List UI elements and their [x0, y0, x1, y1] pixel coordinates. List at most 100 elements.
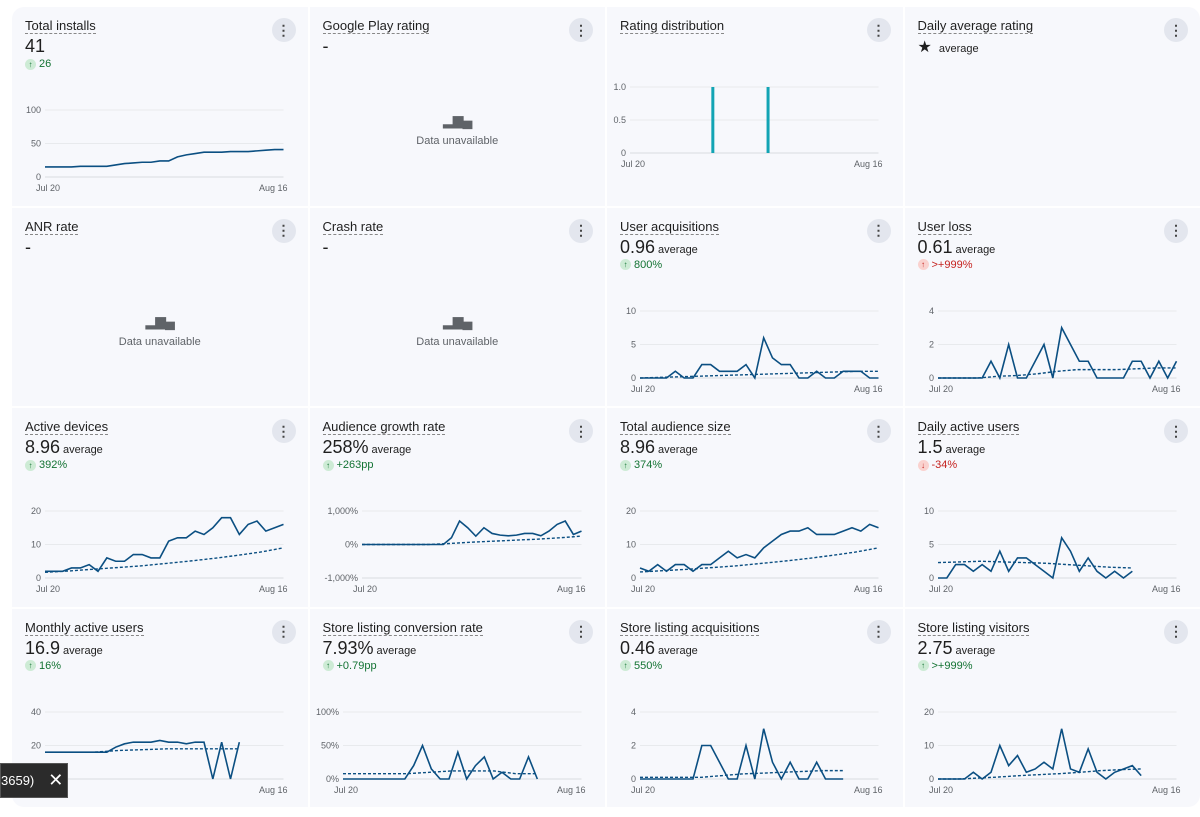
card-title[interactable]: Store listing conversion rate [322, 620, 483, 636]
card-title[interactable]: Daily average rating [917, 18, 1034, 34]
card-title[interactable]: Audience growth rate [322, 419, 446, 435]
arrow-up-icon: ↑ [25, 58, 36, 70]
y-tick-label: 4 [928, 306, 933, 316]
series-line [640, 728, 844, 781]
value-suffix: average [658, 444, 698, 456]
value-number: 8.96 [25, 437, 61, 457]
more-options-button[interactable]: ⋮ [569, 419, 593, 443]
card-title[interactable]: User acquisitions [620, 219, 719, 235]
more-options-button[interactable]: ⋮ [1164, 18, 1188, 42]
metric-value: ★ average [918, 36, 979, 59]
more-vert-icon: ⋮ [871, 422, 886, 439]
star-icon: ★ [917, 39, 932, 56]
card-title[interactable]: Total audience size [620, 419, 731, 435]
chart: 0 50 100 Jul 20 Aug 16 [26, 105, 288, 193]
series-line [937, 535, 1133, 580]
more-options-button[interactable]: ⋮ [271, 419, 296, 443]
x-tick-label: Jul 20 [36, 183, 60, 193]
average-line [361, 535, 582, 546]
delta-text: >+999% [931, 659, 973, 672]
more-vert-icon: ⋮ [1169, 21, 1183, 38]
card-title[interactable]: Google Play rating [322, 18, 430, 34]
x-tick-label: Aug 16 [259, 183, 288, 193]
average-line [44, 547, 284, 574]
y-tick-label: 0 [621, 148, 626, 158]
arrow-up-icon: ↑ [322, 660, 334, 671]
x-tick-label: Jul 20 [352, 584, 376, 594]
card-title[interactable]: Rating distribution [620, 18, 725, 34]
delta-badge: ↓ -34% [917, 459, 957, 471]
card-title[interactable]: Store listing visitors [917, 620, 1030, 636]
metric-value: 41 [25, 36, 45, 56]
more-vert-icon: ⋮ [574, 422, 588, 439]
metric-card: Crash rate ⋮ - ▂▆▄ Data unavailable [309, 207, 605, 406]
average-line [45, 747, 240, 753]
more-options-button[interactable]: ⋮ [569, 18, 593, 42]
x-tick-label: Jul 20 [928, 785, 952, 795]
more-options-button[interactable]: ⋮ [1164, 619, 1188, 644]
metric-value: 8.96 average [620, 437, 698, 460]
x-tick-label: Aug 16 [1151, 785, 1180, 795]
metric-card: Active devices ⋮ 8.96 average ↑ 392% 0 10 20 Ju… [12, 408, 308, 607]
y-tick-label: 50% [320, 740, 338, 750]
card-title[interactable]: Daily active users [917, 419, 1020, 435]
value-number: - [322, 236, 329, 257]
more-vert-icon: ⋮ [1169, 623, 1183, 639]
x-tick-label: Aug 16 [854, 384, 883, 394]
more-options-button[interactable]: ⋮ [271, 619, 296, 644]
y-tick-label: 0 [928, 373, 933, 383]
x-tick-label: Jul 20 [928, 584, 952, 594]
more-options-button[interactable]: ⋮ [569, 218, 593, 243]
metric-value: 258% average [323, 437, 412, 460]
card-title[interactable]: Active devices [25, 419, 109, 435]
series-line [937, 728, 1142, 780]
metric-value: 2.75 average [918, 638, 996, 661]
more-vert-icon: ⋮ [871, 623, 886, 639]
card-title[interactable]: User loss [917, 219, 972, 235]
arrow-up-icon: ↑ [917, 660, 929, 671]
value-number: 258% [322, 437, 369, 457]
delta-text: 16% [39, 659, 62, 672]
card-title[interactable]: Crash rate [322, 219, 384, 235]
metric-card: Daily average rating ⋮ ★ average [904, 7, 1200, 206]
metric-value: - [323, 237, 329, 257]
more-options-button[interactable]: ⋮ [866, 218, 891, 243]
y-tick-label: 0 [928, 573, 933, 583]
average-line [342, 769, 537, 774]
delta-text: >+999% [931, 258, 973, 271]
x-tick-label: Aug 16 [1151, 384, 1180, 394]
more-options-button[interactable]: ⋮ [866, 619, 891, 644]
more-options-button[interactable]: ⋮ [1164, 218, 1188, 243]
card-title[interactable]: Store listing acquisitions [620, 620, 760, 636]
y-tick-label: 10 [31, 540, 41, 550]
more-options-button[interactable]: ⋮ [271, 18, 296, 42]
y-tick-label: 10 [923, 740, 933, 750]
more-options-button[interactable]: ⋮ [569, 619, 593, 644]
more-options-button[interactable]: ⋮ [271, 218, 296, 243]
delta-text: +263pp [336, 459, 374, 471]
card-title[interactable]: Monthly active users [25, 620, 144, 636]
close-icon[interactable]: ✕ [48, 770, 63, 791]
arrow-up-icon: ↑ [25, 459, 36, 471]
x-tick-label: Aug 16 [259, 584, 288, 594]
value-suffix: average [955, 243, 996, 256]
arrow-up-icon: ↑ [25, 660, 36, 671]
more-options-button[interactable]: ⋮ [866, 18, 891, 42]
card-title[interactable]: ANR rate [25, 219, 79, 235]
card-title[interactable]: Total installs [25, 18, 96, 34]
y-tick-label: 0 [36, 172, 41, 182]
x-tick-label: Jul 20 [333, 785, 357, 795]
more-options-button[interactable]: ⋮ [1164, 419, 1188, 443]
value-number: 8.96 [620, 437, 656, 457]
more-options-button[interactable]: ⋮ [866, 419, 891, 443]
y-tick-label: 1,000% [327, 506, 358, 516]
value-suffix: average [938, 43, 979, 55]
y-tick-label: 0 [928, 774, 933, 784]
arrow-down-icon: ↓ [917, 459, 929, 471]
arrow-up-icon: ↑ [322, 459, 334, 471]
y-tick-label: 20 [31, 506, 41, 516]
arrow-up-icon: ↑ [917, 259, 929, 270]
snackbar: 3659) ✕ [0, 763, 68, 798]
delta-badge: ↑ 550% [620, 660, 662, 672]
arrow-up-icon: ↑ [620, 660, 631, 671]
